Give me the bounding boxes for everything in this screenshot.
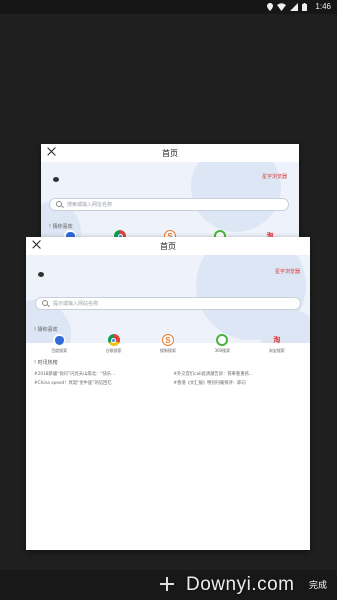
status-icons xyxy=(267,3,307,11)
tab-hero: 星宇浏览器 搜索或输入网址名称 ! 猜你喜欢 S 淘 xyxy=(41,162,299,246)
done-button[interactable]: 完成 xyxy=(309,578,327,591)
news-item[interactable]: #China speed！冥诞“金牛座”的信回忆 xyxy=(34,380,163,386)
app-taobao[interactable]: 淘 淘宝搜索 xyxy=(255,334,299,354)
battery-icon xyxy=(302,3,307,11)
app-label: 百度搜索 xyxy=(51,348,68,353)
tab-header: 首页 xyxy=(26,237,310,255)
search-placeholder: 提示或输入网站名称 xyxy=(53,301,99,307)
app-360[interactable]: 360搜索 xyxy=(200,334,244,354)
app-label: 谷歌搜索 xyxy=(105,348,122,353)
location-icon xyxy=(267,3,273,11)
tab-title: 首页 xyxy=(160,242,176,251)
news-item[interactable]: #香港《文汇报》特别刊载快评：即向 xyxy=(173,380,302,386)
recommend-label: ! 猜你喜欢 xyxy=(49,224,73,230)
add-tab-button[interactable] xyxy=(160,577,174,591)
recommend-label: ! 猜你喜欢 xyxy=(34,327,58,333)
app-chrome[interactable]: 谷歌搜索 xyxy=(92,334,136,354)
360-icon xyxy=(216,334,229,346)
app-sogou[interactable]: S 搜狗搜索 xyxy=(146,334,190,354)
status-bar: 1:46 xyxy=(0,0,337,14)
app-label: 360搜索 xyxy=(214,348,231,353)
search-bar[interactable]: 提示或输入网站名称 xyxy=(35,297,301,310)
app-label: 搜狗搜索 xyxy=(159,348,176,353)
news-row: #2018新疆“快闪”闪亮天山南北：“快乐... #外交官们call此清澈告诉：… xyxy=(34,371,302,377)
tab-hero: 星宇浏览器 提示或输入网站名称 ! 猜你喜欢 xyxy=(26,255,310,343)
moon-icon xyxy=(38,272,44,277)
tab-header: 首页 xyxy=(41,144,299,162)
wifi-icon xyxy=(277,3,286,11)
app-baidu[interactable]: 百度搜索 xyxy=(37,334,81,354)
search-bar[interactable]: 搜索或输入网址名称 xyxy=(49,198,289,211)
news-label: ! 时讯热榜 xyxy=(34,360,58,366)
news-row: #China speed！冥诞“金牛座”的信回忆 #香港《文汇报》特别刊载快评：… xyxy=(34,380,302,386)
search-icon xyxy=(56,201,63,208)
tab-card-back[interactable]: 首页 星宇浏览器 搜索或输入网址名称 ! 猜你喜欢 S 淘 xyxy=(41,144,299,246)
news-item[interactable]: #2018新疆“快闪”闪亮天山南北：“快乐... xyxy=(34,371,163,377)
signal-icon xyxy=(290,3,298,11)
search-icon xyxy=(42,300,49,307)
watermark: Downyi.com xyxy=(186,574,295,595)
status-time: 1:46 xyxy=(315,2,331,11)
tab-title: 首页 xyxy=(162,149,178,158)
app-row: 百度搜索 谷歌搜索 S 搜狗搜索 360搜索 淘 淘宝搜索 xyxy=(32,334,304,354)
taobao-icon: 淘 xyxy=(273,337,281,344)
brand-label: 星宇浏览器 xyxy=(274,269,300,275)
news-section: ! 时讯热榜 #2018新疆“快闪”闪亮天山南北：“快乐... #外交官们cal… xyxy=(26,357,310,550)
app-label: 淘宝搜索 xyxy=(268,348,285,353)
baidu-icon xyxy=(53,334,66,346)
chrome-icon xyxy=(107,334,120,346)
tab-card-front[interactable]: 首页 星宇浏览器 提示或输入网站名称 ! 猜你喜欢 百度搜索 谷歌搜索 S 搜狗… xyxy=(26,237,310,550)
news-item[interactable]: #外交官们call此清澈告诉：铁拳重重抓... xyxy=(173,371,302,377)
sogou-icon: S xyxy=(161,334,174,346)
brand-label: 星宇浏览器 xyxy=(261,174,287,180)
moon-icon xyxy=(53,177,59,182)
search-placeholder: 搜索或输入网址名称 xyxy=(67,202,113,208)
